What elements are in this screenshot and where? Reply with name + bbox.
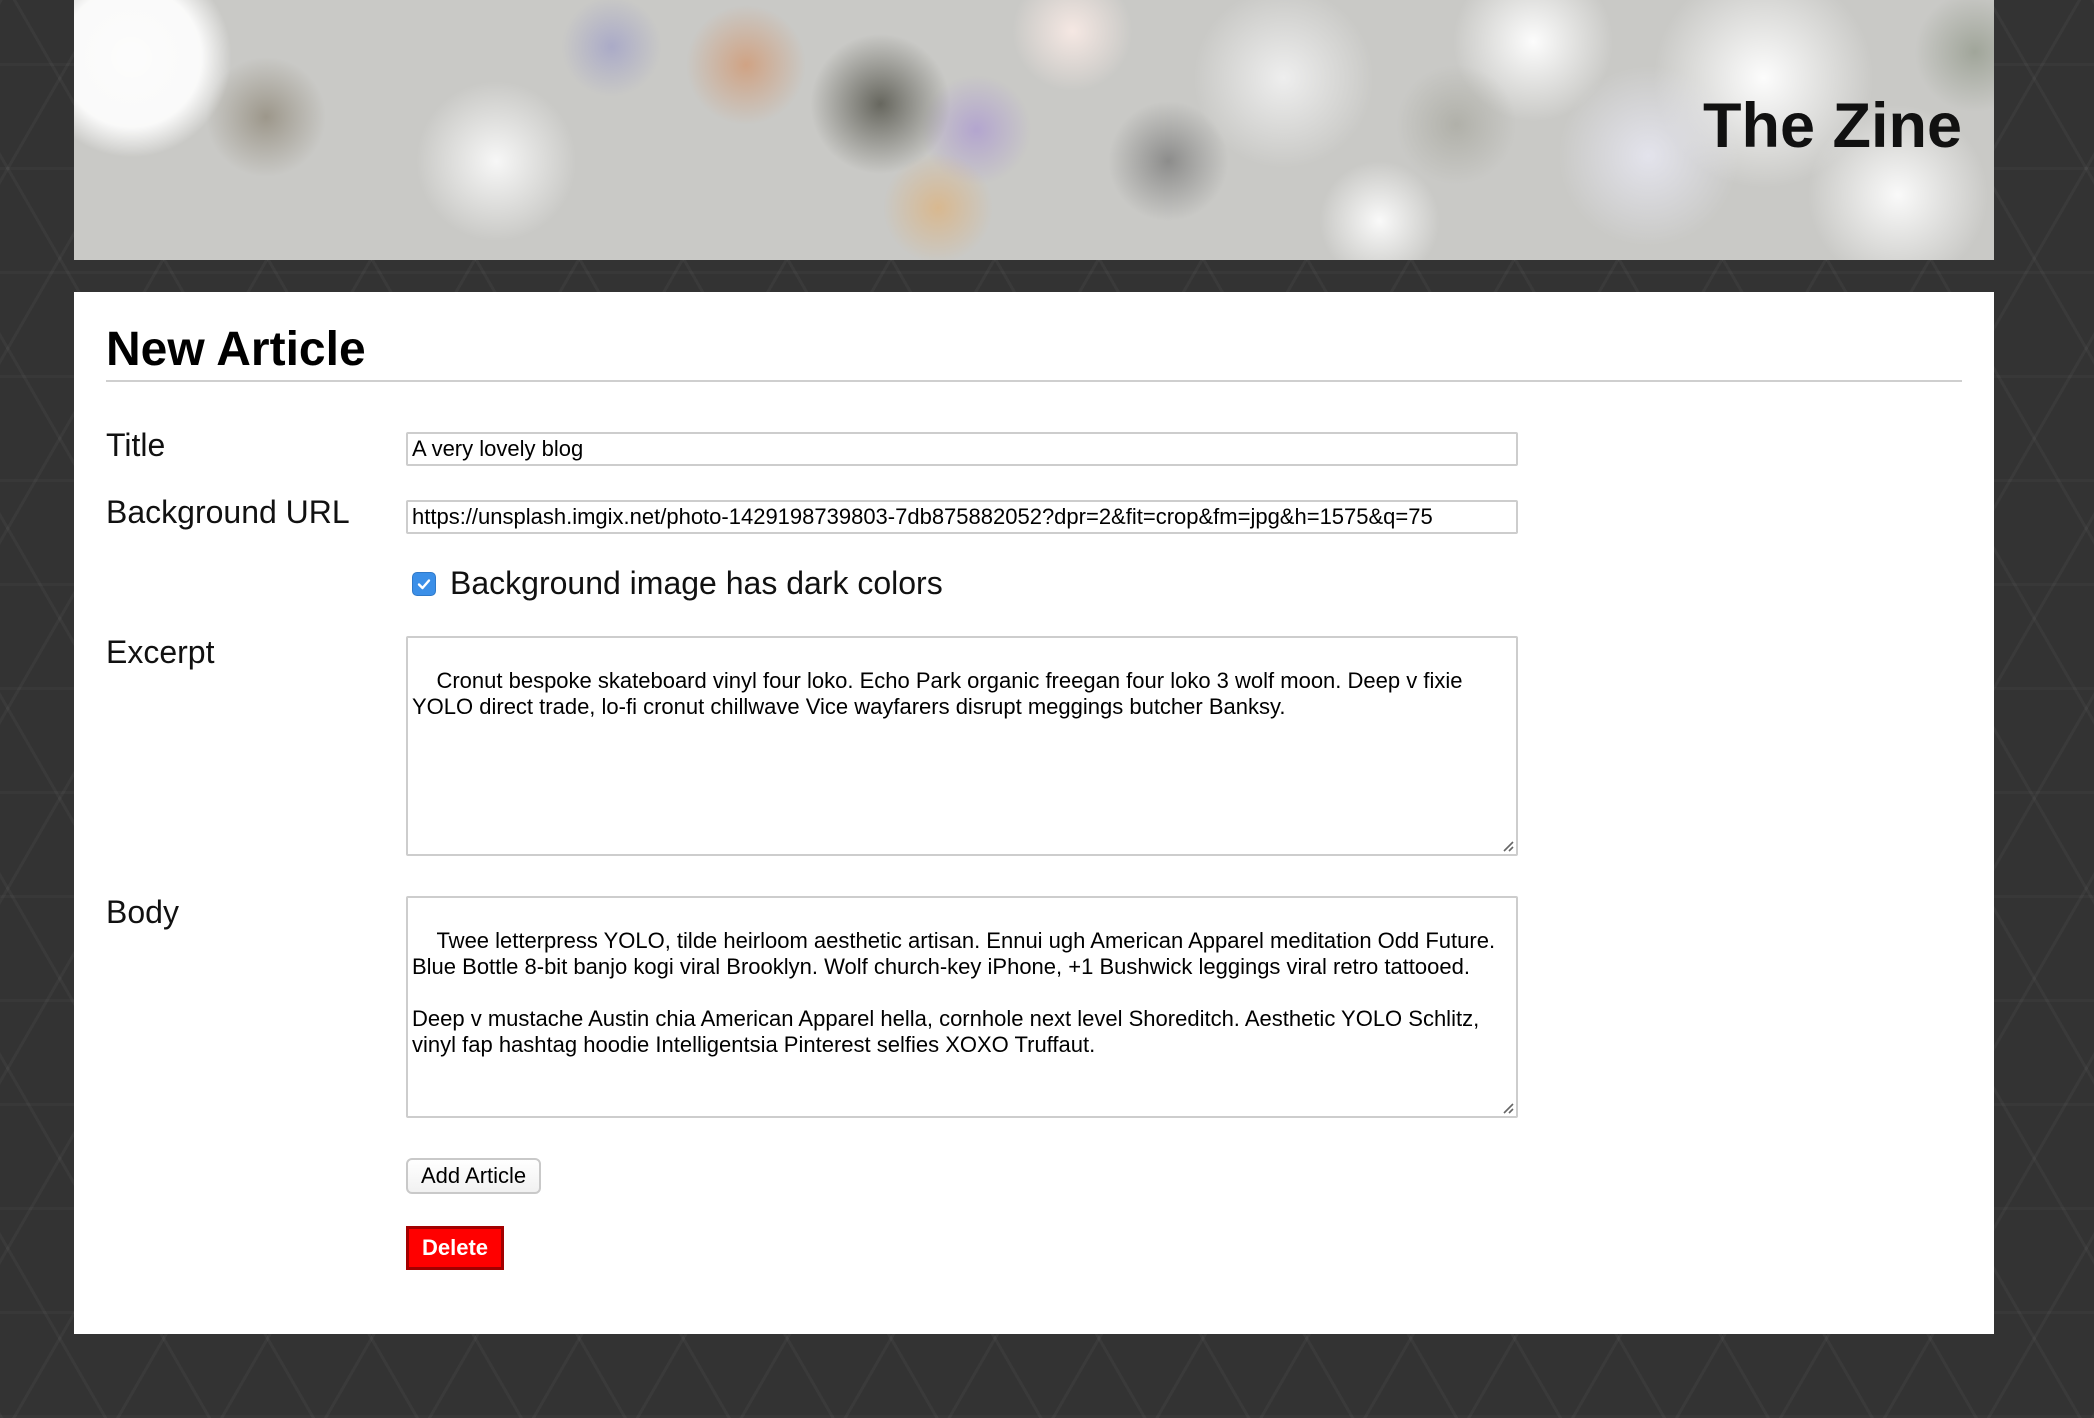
background-url-input[interactable] [406,500,1518,534]
background-url-label: Background URL [106,494,350,530]
body-text: Twee letterpress YOLO, tilde heirloom ae… [412,928,1496,1057]
dark-colors-checkbox[interactable] [412,572,436,596]
title-label: Title [106,427,166,463]
body-label: Body [106,894,179,930]
header-banner: The Zine [74,0,1994,260]
site-title[interactable]: The Zine [1703,90,1962,162]
delete-button[interactable]: Delete [406,1226,505,1270]
article-form-panel: New Article Title Background URL Backgro… [74,292,1994,1334]
resize-grip-icon[interactable] [1500,1100,1514,1114]
page-title: New Article [106,323,366,376]
excerpt-label: Excerpt [106,634,215,670]
resize-grip-icon[interactable] [1500,838,1514,852]
excerpt-textarea[interactable]: Cronut bespoke skateboard vinyl four lok… [406,636,1518,856]
checkmark-icon [417,579,431,590]
add-article-button[interactable]: Add Article [406,1158,542,1194]
body-textarea[interactable]: Twee letterpress YOLO, tilde heirloom ae… [406,896,1518,1118]
title-input[interactable] [406,432,1518,466]
dark-colors-label[interactable]: Background image has dark colors [450,562,943,604]
title-divider [106,380,1962,382]
excerpt-text: Cronut bespoke skateboard vinyl four lok… [412,668,1469,719]
